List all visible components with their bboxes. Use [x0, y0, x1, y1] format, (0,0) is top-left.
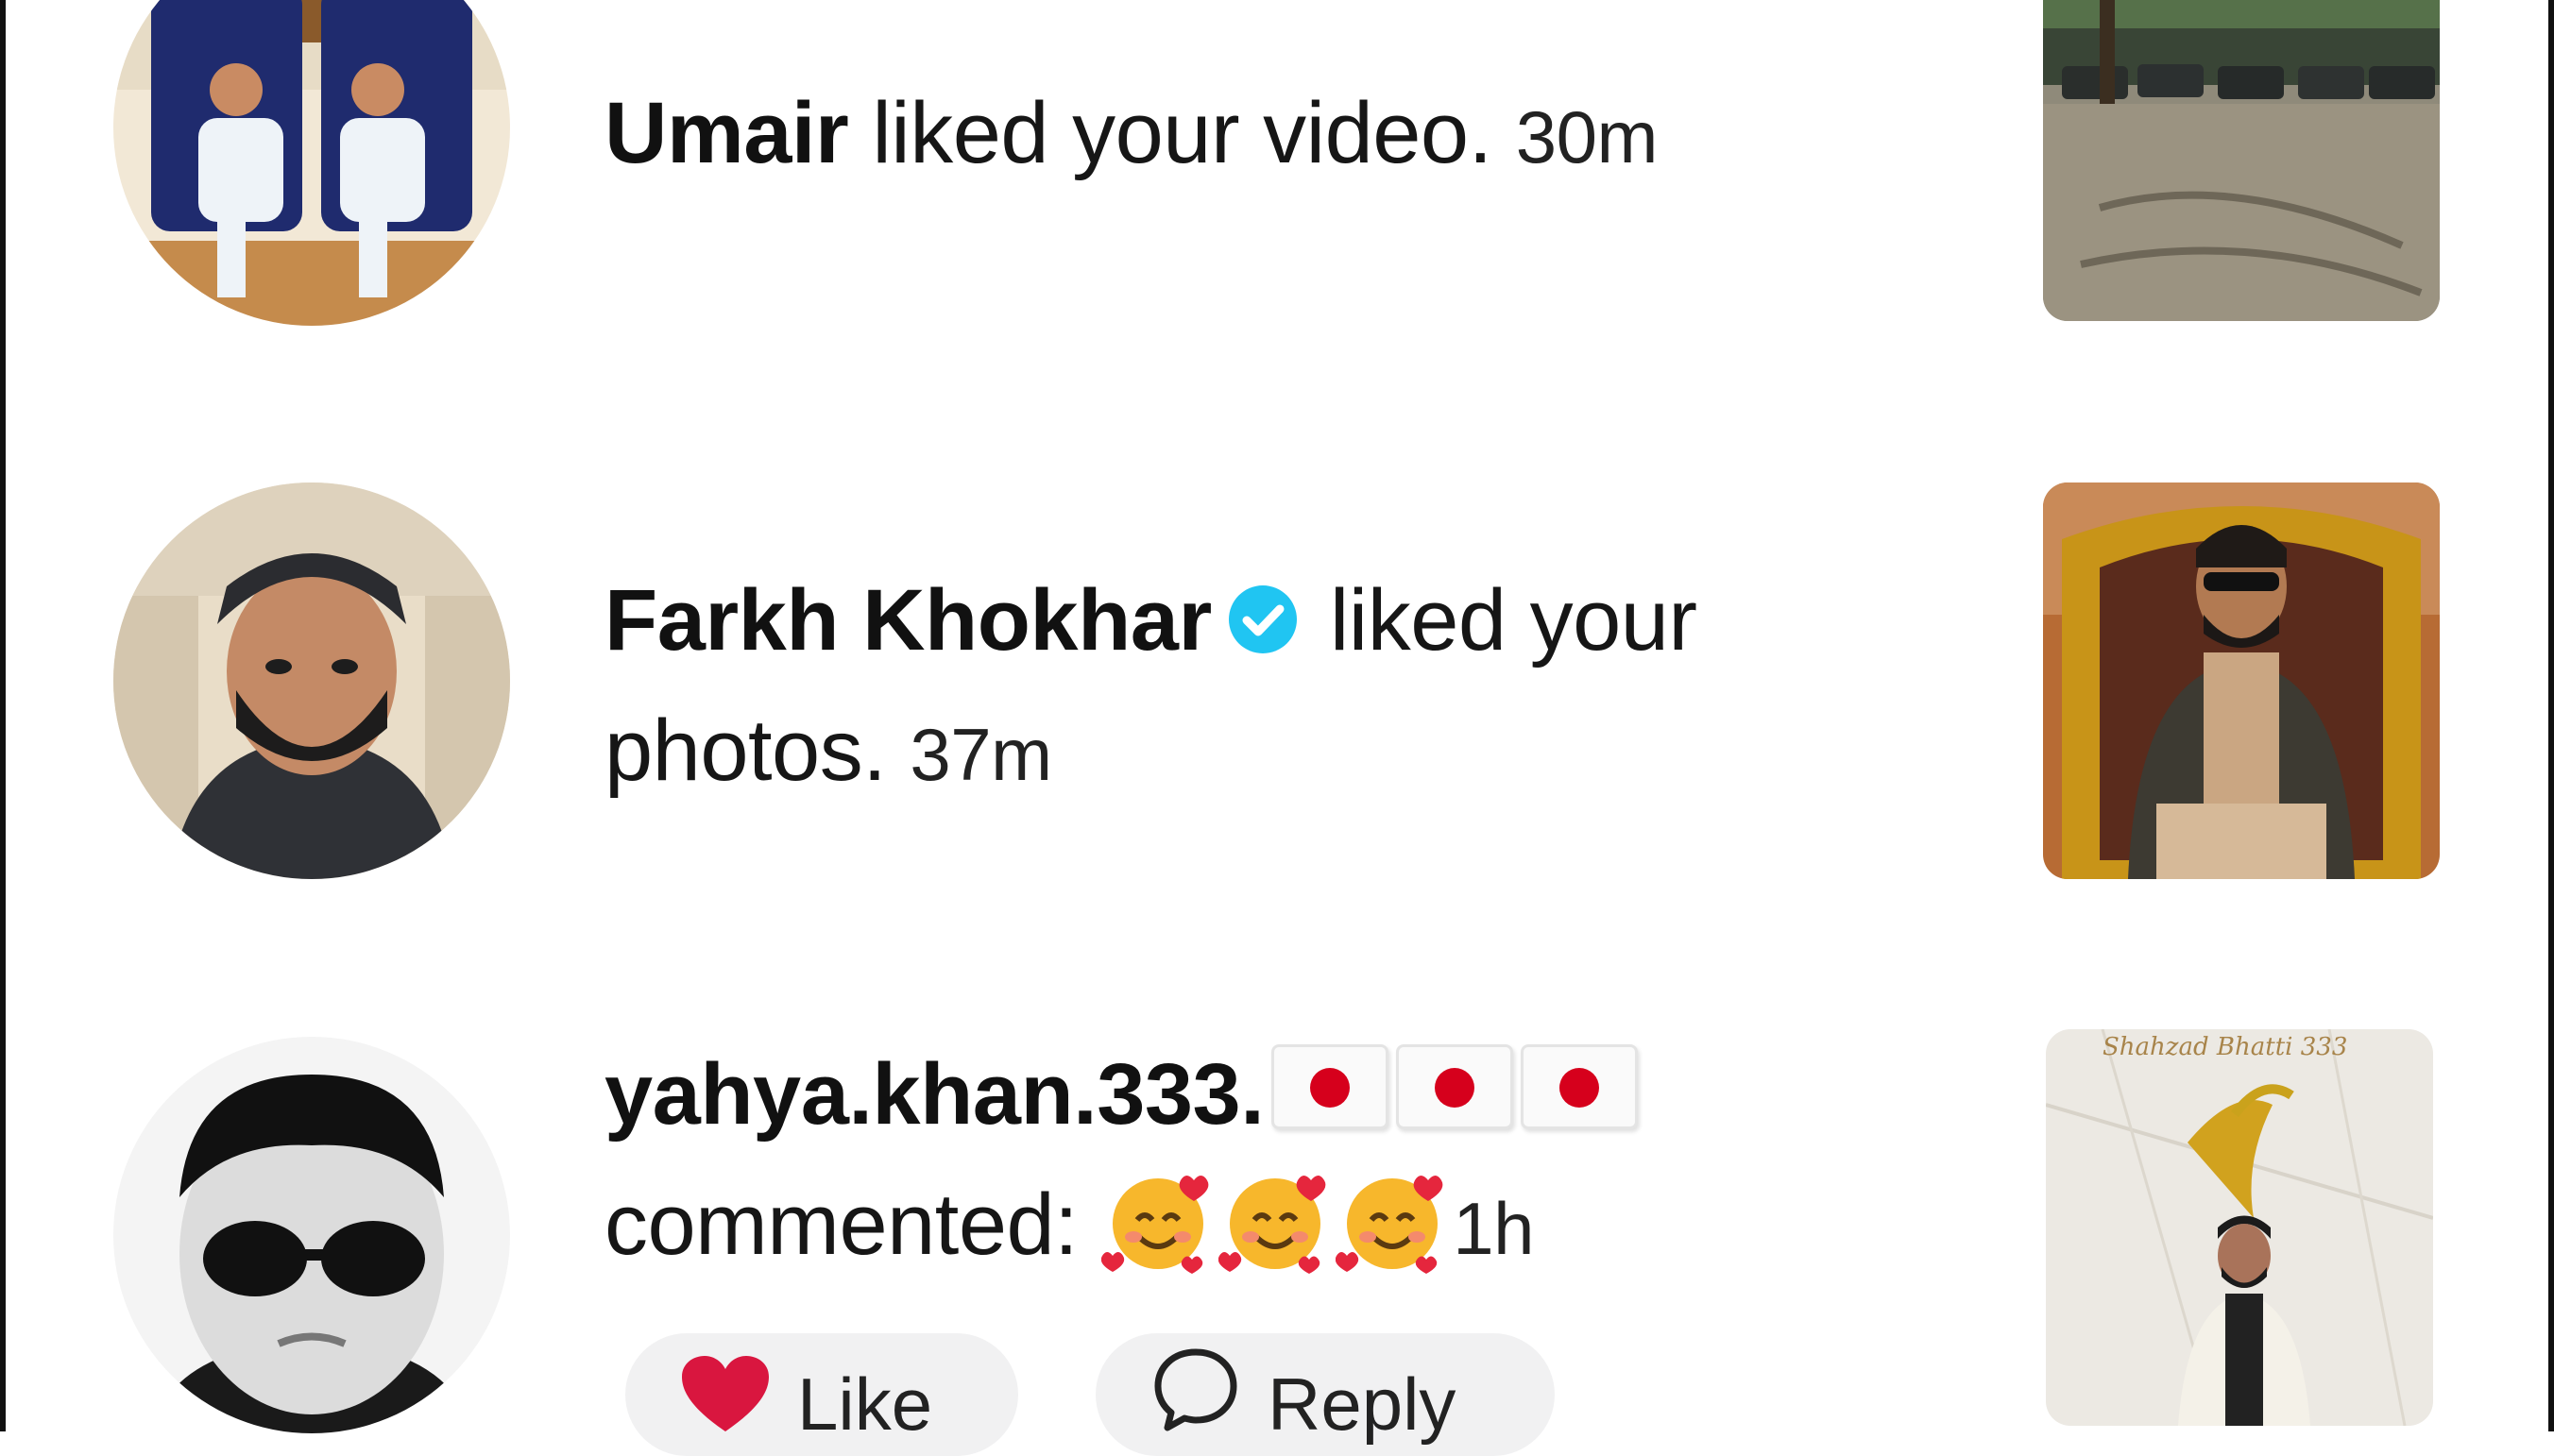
- user-avatar[interactable]: [113, 1037, 510, 1433]
- username[interactable]: yahya.khan.333.: [604, 1046, 1265, 1143]
- smiling-face-with-hearts-icon: [1336, 1176, 1443, 1274]
- reply-label: Reply: [1268, 1363, 1456, 1446]
- timestamp: 1h: [1453, 1187, 1535, 1270]
- japan-flag-icon: [1396, 1044, 1514, 1129]
- action-text: liked your: [1305, 572, 1697, 669]
- username[interactable]: Umair: [604, 85, 849, 181]
- comment-bubble-icon: [1154, 1348, 1237, 1431]
- avatar-photo-icon: [113, 0, 510, 326]
- action-text: photos.: [604, 703, 911, 799]
- like-button[interactable]: Like: [625, 1333, 1018, 1456]
- video-thumbnail-icon: [2043, 0, 2440, 321]
- heart-icon: [682, 1356, 769, 1431]
- action-text: commented:: [604, 1177, 1102, 1273]
- content-thumbnail[interactable]: [2043, 483, 2440, 879]
- thumbnail-caption: Shahzad Bhatti 333: [2103, 1033, 2348, 1061]
- content-thumbnail[interactable]: [2043, 0, 2440, 321]
- user-avatar[interactable]: [113, 0, 510, 326]
- video-thumbnail-icon: [2046, 1029, 2433, 1426]
- user-avatar[interactable]: [113, 483, 510, 879]
- notification-text: Umair liked your video. 30m: [604, 68, 1851, 202]
- action-text: liked your video.: [848, 85, 1516, 181]
- frame-edge: [0, 0, 6, 1431]
- content-thumbnail[interactable]: Shahzad Bhatti 333: [2046, 1029, 2433, 1426]
- notification-text: yahya.khan.333. commented: 1h: [604, 1029, 1851, 1294]
- username[interactable]: Farkh Khokhar: [604, 572, 1212, 669]
- photo-thumbnail-icon: [2043, 483, 2440, 879]
- timestamp: 30m: [1515, 95, 1659, 178]
- smiling-face-with-hearts-icon: [1101, 1176, 1209, 1274]
- notification-text: Farkh Khokhar liked your photos. 37m: [604, 555, 1851, 820]
- smiling-face-with-hearts-icon: [1218, 1176, 1326, 1274]
- frame-edge: [2548, 0, 2554, 1431]
- japan-flag-icon: [1271, 1044, 1389, 1129]
- reply-button[interactable]: Reply: [1096, 1333, 1555, 1456]
- timestamp: 37m: [910, 713, 1052, 796]
- avatar-photo-icon: [113, 483, 510, 879]
- verified-badge-icon: [1228, 585, 1297, 653]
- avatar-photo-icon: [113, 1037, 510, 1433]
- japan-flag-icon: [1521, 1044, 1639, 1129]
- like-label: Like: [797, 1363, 933, 1446]
